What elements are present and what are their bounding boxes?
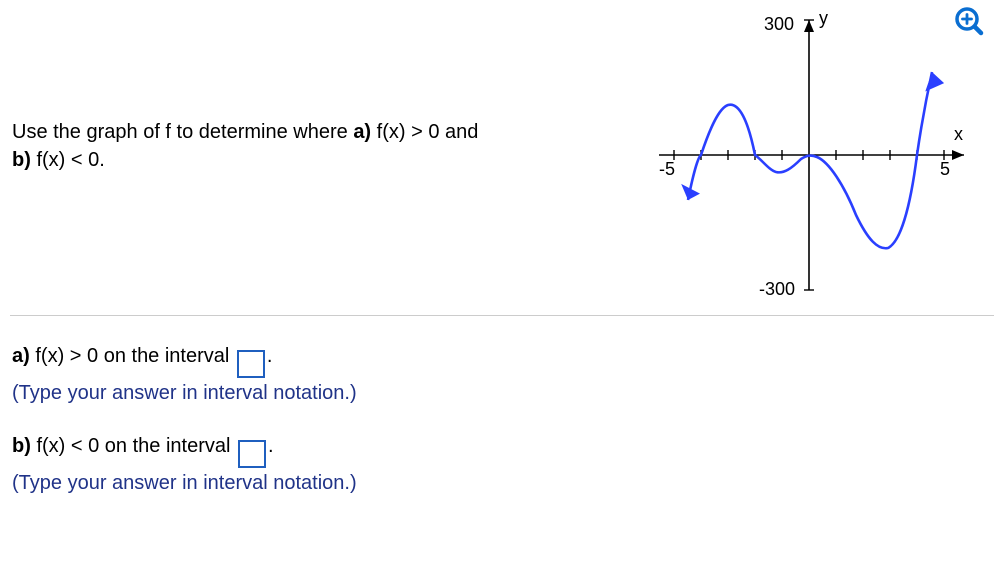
question-prompt: Use the graph of f to determine where a)… [0,0,644,174]
answer-a-input[interactable] [237,350,265,378]
prompt-bold-b: b) [12,149,31,171]
answer-a-before: f(x) > 0 on the interval [30,345,235,367]
graph-panel: y x 300 -300 -5 5 [644,0,1004,300]
answer-a-after: . [267,345,273,367]
answer-part-a: a) f(x) > 0 on the interval . (Type your… [12,341,1004,409]
y-min-label: -300 [759,279,795,299]
answer-a-hint: (Type your answer in interval notation.) [12,378,1004,409]
zoom-in-icon[interactable] [954,6,984,36]
answer-b-input[interactable] [238,440,266,468]
answer-b-after: . [268,435,274,457]
prompt-line1-prefix: Use the graph of f to determine where [12,121,353,143]
answer-b-bold: b) [12,435,31,457]
answer-b-hint: (Type your answer in interval notation.) [12,468,1004,499]
prompt-line1-mid: f(x) > 0 and [371,121,478,143]
function-graph: y x 300 -300 -5 5 [644,0,974,300]
curve-right-arrow [922,70,945,91]
y-max-label: 300 [764,14,794,34]
answer-a-bold: a) [12,345,30,367]
prompt-line2-rest: f(x) < 0. [31,149,105,171]
x-min-label: -5 [659,159,675,179]
prompt-bold-a: a) [353,121,371,143]
answer-b-before: f(x) < 0 on the interval [31,435,236,457]
section-divider [10,315,994,316]
x-max-label: 5 [940,159,950,179]
x-axis-label: x [954,124,963,144]
answer-part-b: b) f(x) < 0 on the interval . (Type your… [12,431,1004,499]
y-axis-label: y [819,8,828,28]
curve [688,72,932,248]
